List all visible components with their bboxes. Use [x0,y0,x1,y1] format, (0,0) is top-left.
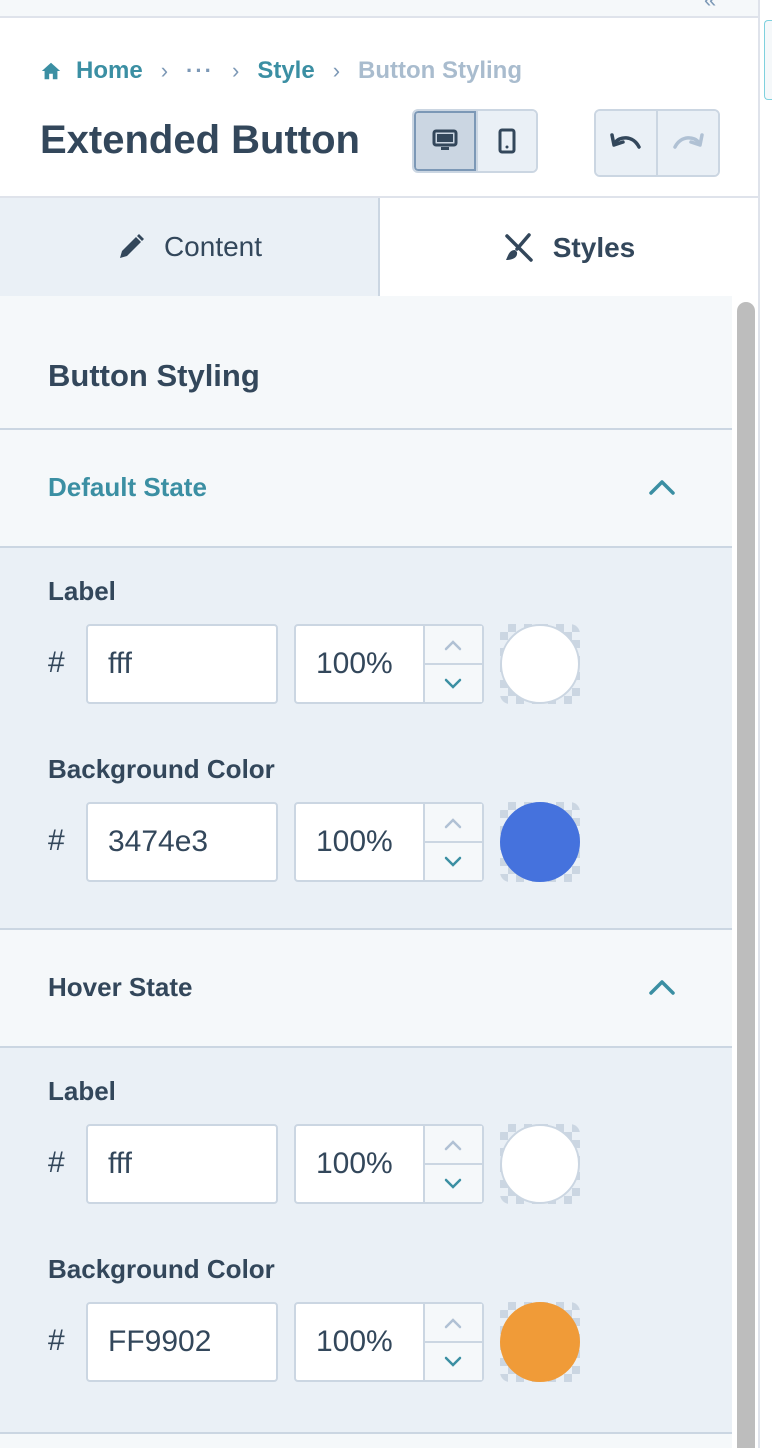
right-gutter [758,0,772,1448]
opacity-value[interactable]: 100% [296,1304,423,1380]
default-background-color-swatch[interactable] [500,802,580,882]
chevron-right-icon: › [232,58,240,83]
styles-panel: Button Styling Default State Label # fff… [0,296,732,1448]
chevron-right-icon: › [332,58,341,83]
opacity-value[interactable]: 100% [296,804,423,880]
undo-icon [610,133,641,149]
tab-styles-label: Styles [552,232,636,263]
hover-label-field-label: Label [48,1076,116,1106]
opacity-value[interactable]: 100% [296,626,423,702]
collapse-icon[interactable]: « [704,0,728,11]
desktop-view-button[interactable] [414,111,476,171]
editor-tabs: Content Styles [0,196,758,298]
chevron-up-icon[interactable] [648,978,676,996]
default-state-header[interactable]: Default State [0,430,732,546]
chevron-up-icon [445,817,462,828]
device-preview-toggle [412,109,538,173]
section-title: Button Styling [48,358,260,393]
mobile-icon [498,128,516,154]
undo-button[interactable] [596,111,656,175]
opacity-stepper [422,1304,482,1380]
decrement-button[interactable] [424,841,482,880]
chevron-down-icon [445,678,462,689]
breadcrumb-style[interactable]: Style [257,57,314,85]
breadcrumb-ellipsis[interactable]: ··· [186,58,214,84]
color-circle [500,1302,580,1382]
chevron-right-icon: › [160,58,169,83]
default-background-hex-input[interactable]: 3474e3 [86,802,278,882]
increment-button[interactable] [425,626,482,663]
hover-label-hex-input[interactable]: fff [86,1124,278,1204]
hover-label-color-swatch[interactable] [500,1124,580,1204]
opacity-stepper [422,626,482,702]
page-title: Extended Button [40,118,360,162]
chevron-up-icon [445,639,462,650]
hover-background-hex-input[interactable]: FF9902 [86,1302,278,1382]
decrement-button[interactable] [424,663,482,702]
tab-content[interactable]: Content [0,198,380,298]
decrement-button[interactable] [424,1163,482,1202]
hover-state-header[interactable]: Hover State [0,930,732,1046]
chevron-up-icon[interactable] [648,478,676,496]
hash-prefix: # [48,1324,65,1357]
hover-state-title: Hover State [48,972,193,1002]
editor-header: Home › ··· › Style › Button Styling Exte… [0,18,758,198]
default-background-field-label: Background Color [48,754,275,784]
history-controls [594,109,720,177]
opacity-stepper [422,804,482,880]
mobile-view-button[interactable] [476,111,536,171]
top-strip: « [0,0,758,18]
increment-button[interactable] [425,804,482,841]
increment-button[interactable] [425,1304,482,1341]
default-label-hex-input[interactable]: fff [86,624,278,704]
side-handle[interactable] [764,20,772,100]
default-state-title: Default State [48,472,207,502]
chevron-down-icon [445,1178,462,1189]
hover-state-body: Label # fff 100% Background Color # FF99… [0,1048,732,1432]
desktop-icon [432,129,458,150]
hash-prefix: # [48,824,65,857]
breadcrumb-current: Button Styling [358,57,522,84]
tab-styles[interactable]: Styles [380,198,758,298]
redo-icon [673,133,704,149]
increment-button[interactable] [425,1126,482,1163]
redo-button[interactable] [656,111,718,175]
pencil-icon [119,234,144,258]
chevron-down-icon [445,1356,462,1367]
chevron-down-icon [445,856,462,867]
brush-icon [505,233,533,262]
scrollbar-thumb[interactable] [737,302,755,1448]
opacity-value[interactable]: 100% [296,1126,423,1202]
hover-background-color-swatch[interactable] [500,1302,580,1382]
default-background-opacity-input: 100% [294,802,484,882]
hash-prefix: # [48,1146,65,1179]
breadcrumb-home[interactable]: Home [76,57,143,85]
hover-background-field-label: Background Color [48,1254,275,1284]
hover-background-opacity-input: 100% [294,1302,484,1382]
chevron-up-icon [445,1317,462,1328]
home-icon [41,62,61,80]
chevron-up-icon [445,1139,462,1150]
decrement-button[interactable] [424,1341,482,1380]
color-circle [500,624,580,704]
hash-prefix: # [48,646,65,679]
default-state-body: Label # fff 100% Background Color # 3474… [0,548,732,928]
default-label-color-swatch[interactable] [500,624,580,704]
default-label-opacity-input: 100% [294,624,484,704]
tab-content-label: Content [163,231,263,262]
breadcrumb: Home › ··· › Style › Button Styling [40,56,522,86]
divider [0,1432,732,1434]
hover-label-opacity-input: 100% [294,1124,484,1204]
color-circle [500,1124,580,1204]
color-circle [500,802,580,882]
default-label-field-label: Label [48,576,116,606]
opacity-stepper [422,1126,482,1202]
